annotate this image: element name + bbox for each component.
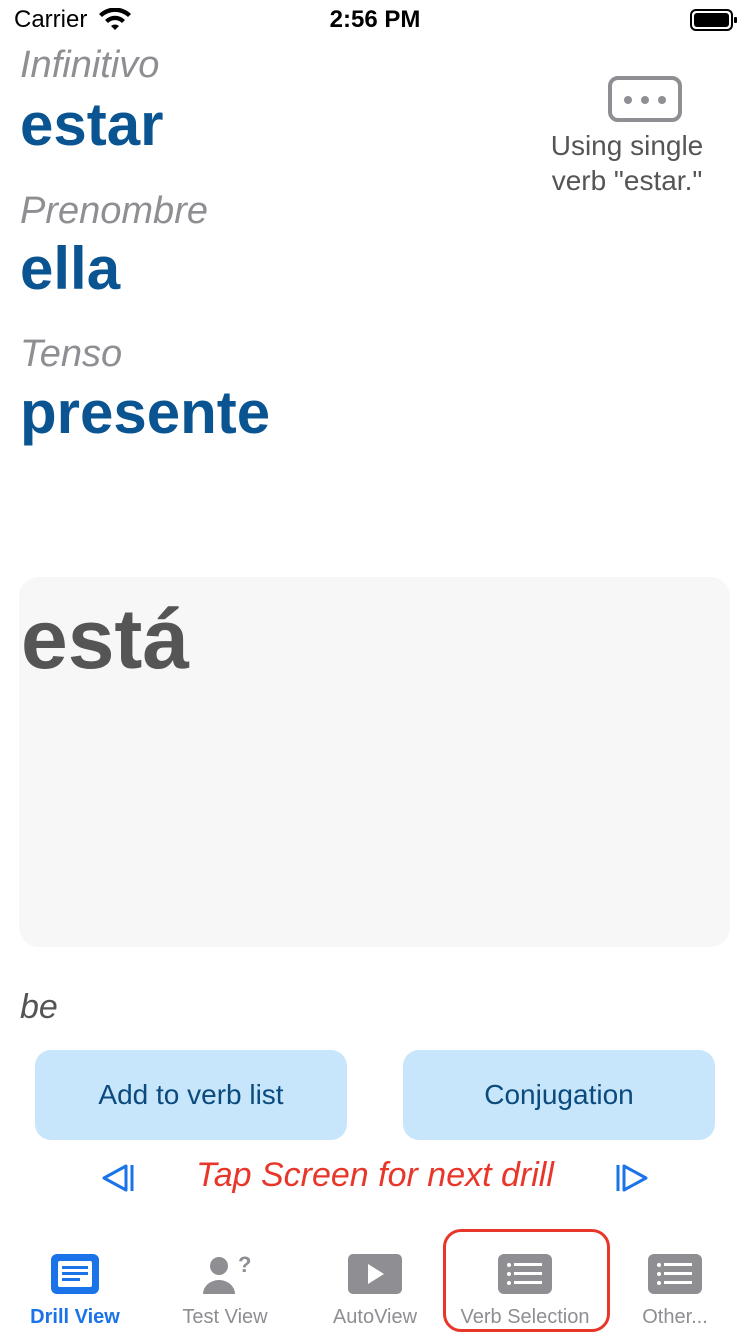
tab-label: AutoView [332, 1306, 418, 1328]
battery-icon [690, 9, 737, 31]
tense-value: presente [20, 379, 271, 446]
ellipsis-dot [641, 96, 649, 104]
answer-text: está [21, 592, 190, 686]
tab-label: Drill View [30, 1306, 120, 1328]
tab-drill-view[interactable]: Drill View [0, 1246, 150, 1334]
tap-hint-text: Tap Screen for next drill [196, 1156, 554, 1194]
pronoun-value: ella [20, 235, 121, 302]
previous-icon[interactable] [100, 1160, 136, 1196]
more-options-button[interactable] [608, 76, 682, 122]
tab-autoview[interactable]: AutoView [300, 1246, 450, 1334]
add-to-verb-list-button[interactable]: Add to verb list [35, 1050, 347, 1140]
infinitive-label: Infinitivo [20, 44, 160, 86]
tab-label: Other... [642, 1306, 708, 1328]
ellipsis-icon [624, 96, 632, 104]
person-question-icon: ? [203, 1252, 251, 1294]
list-icon [648, 1254, 702, 1294]
tab-label: Test View [182, 1306, 268, 1328]
clock: 2:56 PM [329, 6, 421, 33]
play-icon [348, 1254, 402, 1294]
status-bar: Carrier 2:56 PM [0, 0, 750, 40]
svg-text:?: ? [238, 1252, 251, 1277]
ellipsis-dot [658, 96, 666, 104]
list-icon [51, 1254, 99, 1294]
infinitive-value: estar [20, 91, 164, 158]
tense-label: Tenso [20, 333, 123, 375]
answer-card[interactable]: está [19, 577, 730, 947]
selection-highlight-ring [443, 1229, 610, 1332]
conjugation-button[interactable]: Conjugation [403, 1050, 715, 1140]
tab-other[interactable]: Other... [600, 1246, 750, 1334]
single-verb-note: Using single verb "estar." [550, 130, 704, 196]
next-icon[interactable] [614, 1160, 650, 1196]
tab-test-view[interactable]: ? Test View [150, 1246, 300, 1334]
pronoun-label: Prenombre [20, 190, 208, 232]
translation-text: be [20, 988, 58, 1026]
